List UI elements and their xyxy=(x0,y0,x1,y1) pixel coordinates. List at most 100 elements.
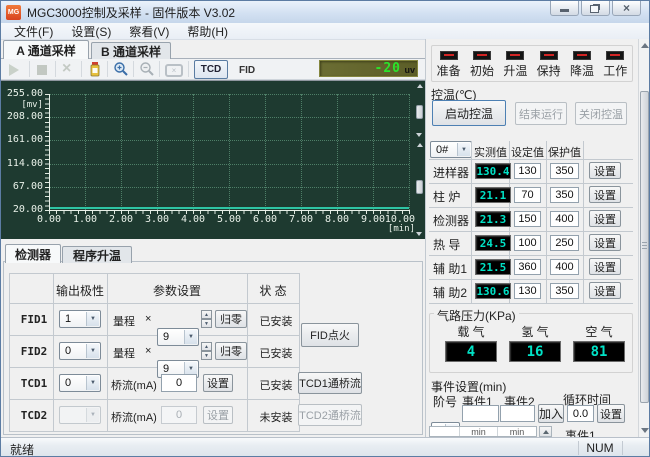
fid-ignite-button[interactable]: FID点火 xyxy=(301,323,359,347)
column-header-status: 状 态 xyxy=(247,282,299,299)
temp-row-aux2: 辅 助2 130.6 130 350 设置 xyxy=(429,279,633,303)
fid-toggle-button[interactable]: FID xyxy=(239,65,255,76)
event-list-scroll-up[interactable] xyxy=(539,426,552,437)
window-title: MGC3000控制及采样 - 固件版本 V3.02 xyxy=(27,4,235,21)
slider-thumb[interactable] xyxy=(416,105,423,119)
zone-name: 辅 助1 xyxy=(433,260,467,277)
scrollbar-up-button[interactable] xyxy=(639,39,650,52)
detector-row-tcd2: TCD2 ▼ 桥流(mA) 0 设置 未安装 xyxy=(9,399,299,431)
set-temp-input[interactable]: 360 xyxy=(514,259,541,275)
event-list-side-label: 事件1 xyxy=(565,427,596,437)
protect-temp-input[interactable]: 250 xyxy=(550,235,579,251)
set-temp-input[interactable]: 70 xyxy=(514,187,541,203)
polarity-select-fid2[interactable]: 0▼ xyxy=(59,342,101,360)
status-installed: 已安装 xyxy=(249,313,303,329)
protect-temp-input[interactable]: 350 xyxy=(550,187,579,203)
cycle-time-input[interactable]: 0.0 xyxy=(567,405,594,422)
polarity-value: 0 xyxy=(65,345,71,357)
tab-temp-program[interactable]: 程序升温 xyxy=(62,246,132,263)
clear-x-icon: × xyxy=(62,60,71,78)
range-stepper-fid1[interactable]: ▲▼ xyxy=(201,310,212,328)
slider-down-icon xyxy=(416,133,422,137)
method-selector[interactable]: 0#▼ xyxy=(430,141,472,158)
x-tick-label: 6.00 xyxy=(248,214,282,225)
ready-led-icon xyxy=(440,51,458,60)
tab-channel-b[interactable]: B 通道采样 xyxy=(91,42,171,59)
close-temp-control-button[interactable]: 关闭控温 xyxy=(575,102,627,125)
tab-detector[interactable]: 检测器 xyxy=(5,244,61,263)
offset-slider-upper[interactable] xyxy=(415,83,424,139)
protect-temp-input[interactable]: 400 xyxy=(550,211,579,227)
range-stepper-fid2[interactable]: ▲▼ xyxy=(201,342,212,360)
sample-inject-button[interactable] xyxy=(87,61,103,77)
panel-scrollbar[interactable] xyxy=(638,39,650,437)
set-button[interactable]: 设置 xyxy=(589,186,621,203)
app-window: MG MGC3000控制及采样 - 固件版本 V3.02 × 文件(F) 设置(… xyxy=(0,0,650,457)
restore-button[interactable] xyxy=(581,1,610,16)
set-button[interactable]: 设置 xyxy=(589,162,621,179)
column-header-actual: 实测值 xyxy=(473,144,508,160)
slider-up-icon xyxy=(417,84,423,88)
zero-button-fid1[interactable]: 归零 xyxy=(215,310,247,328)
temp-row-column-oven: 柱 炉 21.1 70 350 设置 xyxy=(429,183,633,207)
cycle-set-button[interactable]: 设置 xyxy=(597,404,625,423)
set-button[interactable]: 设置 xyxy=(589,282,621,299)
bridge-current-input-tcd1[interactable]: 0 xyxy=(161,374,197,392)
protect-temp-input[interactable]: 350 xyxy=(550,163,579,179)
set-temp-input[interactable]: 130 xyxy=(514,163,541,179)
set-temp-input[interactable]: 130 xyxy=(514,283,541,299)
x-tick-label: 5.00 xyxy=(212,214,246,225)
status-not-installed: 未安装 xyxy=(249,409,303,425)
tcd1-bridge-on-button[interactable]: TCD1通桥流 xyxy=(298,372,362,394)
scrollbar-thumb[interactable] xyxy=(640,91,649,403)
actual-temp-lcd: 21.3 xyxy=(475,211,511,227)
stage-label: 阶号 xyxy=(433,393,457,410)
gas-pressure-title: 气路压力(KPa) xyxy=(434,307,519,324)
zone-name: 辅 助2 xyxy=(433,284,467,301)
tcd2-bridge-on-button[interactable]: TCD2通桥流 xyxy=(298,404,362,426)
scrollbar-down-button[interactable] xyxy=(639,424,650,437)
polarity-select-fid1[interactable]: 1▼ xyxy=(59,310,101,328)
start-acquisition-button[interactable] xyxy=(9,64,19,76)
full-view-x-icon: × xyxy=(172,66,177,75)
event-list-grid[interactable]: min min xyxy=(429,426,537,437)
zoom-out-icon xyxy=(139,61,155,77)
protect-temp-input[interactable]: 400 xyxy=(550,259,579,275)
event2-input[interactable] xyxy=(500,405,535,422)
set-temp-input[interactable]: 100 xyxy=(514,235,541,251)
add-event-button[interactable]: 加入 xyxy=(538,404,564,423)
menu-help[interactable]: 帮助(H) xyxy=(178,22,237,41)
set-button[interactable]: 设置 xyxy=(589,258,621,275)
bridge-set-button-tcd2[interactable]: 设置 xyxy=(203,406,233,424)
bridge-set-button-tcd1[interactable]: 设置 xyxy=(203,374,233,392)
stop-acquisition-button[interactable] xyxy=(37,65,47,75)
set-temp-input[interactable]: 150 xyxy=(514,211,541,227)
minimize-button[interactable] xyxy=(550,1,579,16)
led-ready: 准备 xyxy=(432,46,465,81)
led-heating: 升温 xyxy=(499,46,532,81)
set-button[interactable]: 设置 xyxy=(589,234,621,251)
bridge-current-input-tcd2[interactable]: 0 xyxy=(161,406,197,424)
polarity-select-tcd1[interactable]: 0▼ xyxy=(59,374,101,392)
slider-thumb[interactable] xyxy=(416,180,423,194)
start-temp-control-button[interactable]: 启动控温 xyxy=(432,100,506,126)
menu-file[interactable]: 文件(F) xyxy=(5,22,62,41)
protect-temp-input[interactable]: 350 xyxy=(550,283,579,299)
zoom-in-button[interactable] xyxy=(113,61,129,77)
set-button[interactable]: 设置 xyxy=(589,210,621,227)
led-label: 工作 xyxy=(603,62,627,79)
close-button[interactable]: × xyxy=(612,1,641,16)
menu-view[interactable]: 察看(V) xyxy=(120,22,178,41)
zoom-out-button[interactable] xyxy=(139,61,155,77)
menu-settings[interactable]: 设置(S) xyxy=(62,22,120,41)
tab-channel-a[interactable]: A 通道采样 xyxy=(3,40,89,59)
temp-row-injector: 进样器 130.4 130 350 设置 xyxy=(429,159,633,183)
polarity-select-tcd2[interactable]: ▼ xyxy=(59,406,101,424)
offset-slider-lower[interactable] xyxy=(415,142,424,238)
event1-input[interactable] xyxy=(462,405,499,422)
clear-button[interactable]: × xyxy=(62,60,71,78)
tcd-toggle-button[interactable]: TCD xyxy=(194,60,228,79)
full-view-button[interactable]: × xyxy=(165,64,183,77)
end-run-button[interactable]: 结束运行 xyxy=(515,102,567,125)
zero-button-fid2[interactable]: 归零 xyxy=(215,342,247,360)
